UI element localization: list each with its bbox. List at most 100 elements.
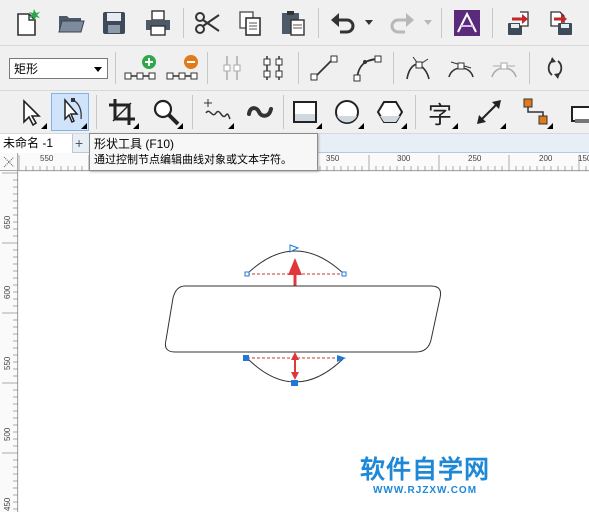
watermark-title: 软件自学网 — [359, 456, 490, 484]
redo-dropdown-button[interactable] — [423, 16, 433, 30]
flyout-indicator — [228, 123, 234, 129]
redo-button[interactable] — [385, 6, 419, 40]
selected-node-handle[interactable] — [243, 355, 249, 361]
separator — [492, 8, 493, 38]
import-button[interactable] — [501, 6, 535, 40]
separator — [115, 52, 116, 84]
add-node-icon — [124, 55, 156, 80]
symmetric-node-button[interactable] — [487, 52, 521, 84]
standard-toolbar — [0, 0, 589, 46]
rectangle-tool-button[interactable] — [287, 94, 323, 130]
drawing-canvas[interactable] — [19, 172, 589, 512]
slanted-rectangle-shape[interactable] — [164, 285, 442, 353]
redo-icon — [390, 13, 414, 34]
save-icon — [103, 12, 125, 34]
ruler-label: 350 — [326, 154, 340, 163]
node-handle[interactable] — [341, 271, 347, 277]
copy-button[interactable] — [233, 6, 267, 40]
cusp-node-button[interactable] — [401, 52, 435, 84]
dimension-tool-button[interactable] — [471, 94, 507, 130]
app-launcher-button[interactable] — [450, 6, 484, 40]
flyout-indicator — [177, 123, 183, 129]
tooltip-description: 通过控制节点编辑曲线对象或文本字符。 — [94, 154, 292, 166]
join-nodes-icon — [223, 56, 241, 80]
chevron-down-icon — [424, 20, 432, 25]
property-bar: 矩形 — [0, 46, 589, 91]
freehand-tool-button[interactable] — [199, 94, 235, 130]
zoom-tool-button[interactable] — [148, 94, 184, 130]
ruler-label: 150 — [578, 154, 589, 163]
ruler-origin-icon — [3, 156, 15, 168]
export-icon — [550, 11, 572, 35]
delete-node-button[interactable] — [164, 52, 200, 84]
undo-button[interactable] — [326, 6, 360, 40]
shape-tool-button[interactable] — [51, 93, 89, 131]
ellipse-tool-button[interactable] — [329, 94, 365, 130]
polygon-tool-button[interactable] — [372, 94, 408, 130]
flyout-indicator — [547, 123, 553, 129]
add-tab-button[interactable]: + — [75, 134, 83, 152]
symmetric-node-icon — [491, 62, 517, 78]
chevron-down-icon — [94, 67, 102, 72]
undo-dropdown-button[interactable] — [364, 16, 374, 30]
cut-button[interactable] — [190, 6, 224, 40]
watermark: 软件自学网 WWW.RJZXW.COM — [350, 455, 500, 497]
new-document-icon — [17, 9, 40, 36]
paste-button[interactable] — [276, 6, 310, 40]
convert-to-line-icon — [310, 55, 338, 81]
break-curve-button[interactable] — [256, 52, 290, 84]
watermark-url: WWW.RJZXW.COM — [372, 485, 478, 496]
object-type-select[interactable]: 矩形 — [9, 58, 108, 79]
flyout-indicator — [452, 123, 458, 129]
copy-icon — [239, 11, 261, 36]
undo-icon — [331, 13, 355, 34]
separator — [207, 52, 208, 84]
selected-node-handle[interactable] — [291, 380, 298, 386]
artistic-media-tool-button[interactable] — [242, 94, 278, 130]
print-button[interactable] — [141, 6, 175, 40]
separator — [318, 8, 319, 38]
ruler-label: 550 — [3, 356, 12, 370]
ruler-label: 650 — [3, 215, 12, 229]
text-tool-button[interactable]: 字 — [421, 94, 459, 130]
drop-shadow-tool-button[interactable] — [566, 94, 589, 130]
ruler-origin[interactable] — [0, 153, 18, 171]
save-button[interactable] — [97, 6, 131, 40]
chevron-down-icon — [365, 20, 373, 25]
ruler-label: 300 — [397, 154, 411, 163]
node-handle[interactable] — [244, 271, 250, 277]
vertical-ruler[interactable]: 650 600 550 500 450 — [0, 171, 18, 512]
flyout-indicator — [358, 123, 364, 129]
join-nodes-button[interactable] — [215, 52, 249, 84]
smooth-node-icon — [448, 61, 474, 78]
document-tab[interactable]: 未命名 -1 — [0, 134, 73, 153]
scissors-icon — [195, 12, 220, 34]
crop-tool-button[interactable] — [104, 94, 140, 130]
open-button[interactable] — [54, 6, 88, 40]
separator — [192, 95, 193, 129]
add-node-button[interactable] — [122, 52, 158, 84]
smooth-node-button[interactable] — [444, 52, 478, 84]
reverse-direction-button[interactable] — [537, 52, 571, 84]
connector-tool-button[interactable] — [518, 94, 554, 130]
pick-tool-button[interactable] — [12, 94, 48, 130]
tooltip-title: 形状工具 (F10) — [94, 137, 175, 151]
toolbox: 字 — [0, 91, 589, 134]
import-icon — [508, 11, 529, 35]
separator — [529, 52, 530, 84]
convert-to-curve-button[interactable] — [350, 52, 384, 84]
shape-tool-tooltip: 形状工具 (F10) 通过控制节点编辑曲线对象或文本字符。 — [89, 133, 318, 171]
reverse-direction-icon — [547, 57, 563, 79]
ruler-label: 200 — [539, 154, 553, 163]
separator — [96, 95, 97, 129]
delete-node-icon — [166, 55, 198, 80]
separator — [393, 52, 394, 84]
cusp-node-icon — [406, 56, 430, 80]
new-document-button[interactable] — [10, 6, 44, 40]
convert-to-curve-icon — [353, 55, 382, 82]
convert-to-line-button[interactable] — [307, 52, 341, 84]
export-button[interactable] — [544, 6, 578, 40]
ruler-label: 450 — [3, 497, 12, 511]
ruler-label: 600 — [3, 285, 12, 299]
ruler-label: 500 — [3, 427, 12, 441]
